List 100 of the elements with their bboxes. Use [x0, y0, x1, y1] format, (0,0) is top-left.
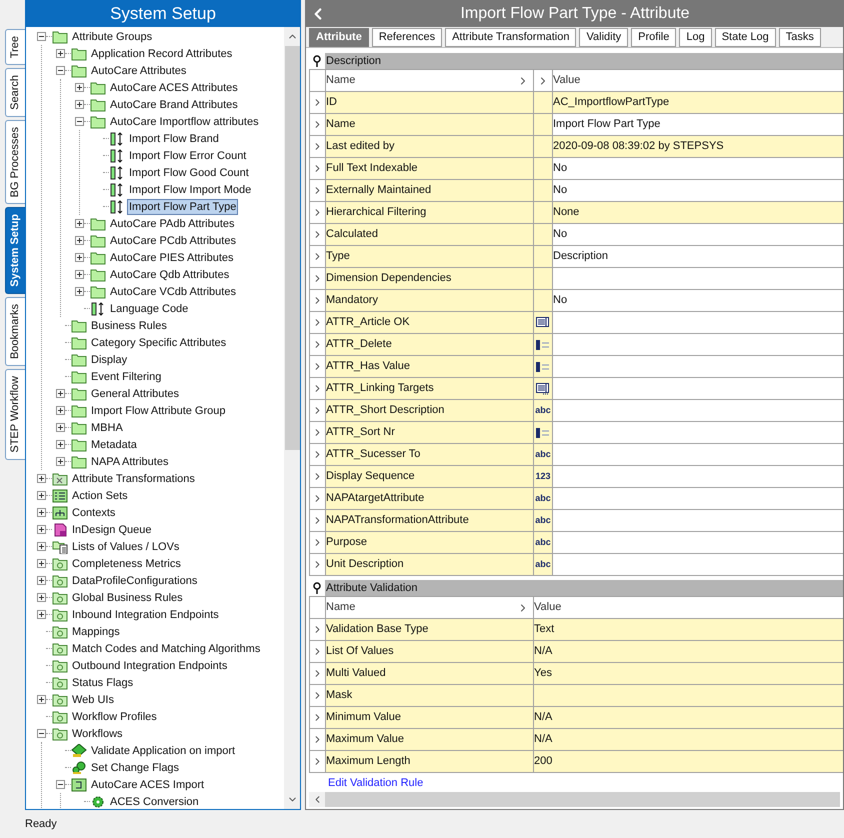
- tree-item[interactable]: Category Specific Attributes: [89, 334, 228, 350]
- plus-icon[interactable]: [39, 527, 44, 532]
- side-tab[interactable]: Search: [5, 68, 25, 118]
- plus-icon[interactable]: [77, 255, 82, 260]
- tree-item[interactable]: Set Change Flags: [89, 760, 182, 776]
- expand-toggle[interactable]: [75, 253, 84, 262]
- expand-toggle[interactable]: [56, 440, 65, 449]
- tree-item[interactable]: AutoCare ACES Attributes: [108, 80, 240, 96]
- tree-item[interactable]: Import Flow Good Count: [127, 164, 251, 180]
- expand-toggle[interactable]: [75, 100, 84, 109]
- tab[interactable]: Tasks: [778, 28, 821, 47]
- plus-icon[interactable]: [39, 476, 44, 481]
- tree-item[interactable]: Inbound Integration Endpoints: [70, 606, 221, 622]
- plus-icon[interactable]: [39, 697, 44, 702]
- expand-toggle[interactable]: [56, 457, 65, 466]
- column-header[interactable]: Value: [534, 599, 843, 616]
- tree-item[interactable]: AutoCare VCdb Attributes: [108, 284, 238, 300]
- expand-toggle[interactable]: [37, 542, 46, 551]
- tree-item[interactable]: AutoCare Brand Attributes: [108, 96, 240, 112]
- plus-icon[interactable]: [77, 289, 82, 294]
- side-tab[interactable]: System Setup: [5, 207, 25, 294]
- collapse-toggle[interactable]: [56, 66, 65, 75]
- tree-item[interactable]: AutoCare Attributes: [89, 62, 188, 78]
- tree-item[interactable]: AutoCare Importflow attributes: [108, 114, 261, 130]
- tree-item[interactable]: Display: [89, 352, 130, 368]
- plus-icon[interactable]: [39, 510, 44, 515]
- tree-item[interactable]: Status Flags: [70, 674, 136, 690]
- tab[interactable]: Validity: [579, 28, 628, 47]
- minus-icon[interactable]: [39, 731, 44, 736]
- tree-item[interactable]: AutoCare PCdb Attributes: [108, 232, 238, 248]
- plus-icon[interactable]: [58, 425, 63, 430]
- tab[interactable]: Attribute Transformation: [445, 28, 576, 47]
- tree-item[interactable]: Web UIs: [70, 692, 116, 708]
- expand-toggle[interactable]: [37, 576, 46, 585]
- column-header[interactable]: Value: [553, 72, 843, 89]
- tree-item[interactable]: Action Sets: [70, 488, 130, 504]
- tree-item[interactable]: InDesign Queue: [70, 522, 154, 538]
- tab[interactable]: References: [372, 28, 442, 47]
- expand-toggle[interactable]: [75, 219, 84, 228]
- expand-toggle[interactable]: [37, 525, 46, 534]
- side-tab[interactable]: Tree: [5, 29, 25, 66]
- plus-icon[interactable]: [39, 595, 44, 600]
- plus-icon[interactable]: [77, 272, 82, 277]
- pin-icon[interactable]: [312, 582, 322, 594]
- tree-item[interactable]: Language Code: [108, 300, 190, 316]
- vertical-scrollbar[interactable]: [284, 27, 300, 809]
- tree-item[interactable]: Workflows: [70, 726, 125, 742]
- plus-icon[interactable]: [39, 493, 44, 498]
- expand-toggle[interactable]: [75, 270, 84, 279]
- plus-icon[interactable]: [39, 612, 44, 617]
- plus-icon[interactable]: [39, 578, 44, 583]
- plus-icon[interactable]: [39, 561, 44, 566]
- tree-item[interactable]: General Attributes: [89, 386, 182, 402]
- tree-item[interactable]: Workflow Profiles: [70, 708, 159, 724]
- plus-icon[interactable]: [58, 442, 63, 447]
- tree-item[interactable]: NAPA Attributes: [89, 454, 170, 470]
- expand-toggle[interactable]: [37, 474, 46, 483]
- tree-item[interactable]: ACES Conversion: [108, 794, 201, 809]
- plus-icon[interactable]: [77, 102, 82, 107]
- tree-item[interactable]: DataProfileConfigurations: [70, 572, 200, 588]
- expand-toggle[interactable]: [56, 389, 65, 398]
- collapse-toggle[interactable]: [37, 729, 46, 738]
- tree-item[interactable]: Event Filtering: [89, 368, 164, 384]
- plus-icon[interactable]: [39, 544, 44, 549]
- collapse-toggle[interactable]: [75, 117, 84, 126]
- tree-item[interactable]: AutoCare ACES Import: [89, 776, 206, 792]
- pin-icon[interactable]: [312, 55, 322, 67]
- plus-icon[interactable]: [58, 51, 63, 56]
- tree-item[interactable]: Mappings: [70, 624, 122, 640]
- expand-toggle[interactable]: [75, 236, 84, 245]
- expand-toggle[interactable]: [56, 423, 65, 432]
- plus-icon[interactable]: [77, 221, 82, 226]
- tree-item[interactable]: Validate Application on import: [89, 742, 238, 758]
- tab[interactable]: Profile: [631, 28, 676, 47]
- tree-item[interactable]: Application Record Attributes: [89, 46, 234, 62]
- tree-item[interactable]: AutoCare Qdb Attributes: [108, 266, 232, 282]
- tree-item[interactable]: AutoCare PIES Attributes: [108, 250, 236, 266]
- plus-icon[interactable]: [58, 408, 63, 413]
- tree-item[interactable]: Import Flow Error Count: [127, 148, 248, 164]
- tree-item[interactable]: Metadata: [89, 436, 139, 452]
- tree-item[interactable]: Import Flow Attribute Group: [89, 402, 228, 418]
- expand-toggle[interactable]: [75, 287, 84, 296]
- tree-item[interactable]: Outbound Integration Endpoints: [70, 658, 230, 674]
- expand-toggle[interactable]: [37, 610, 46, 619]
- expand-toggle[interactable]: [56, 49, 65, 58]
- side-tab[interactable]: Bookmarks: [5, 297, 25, 366]
- plus-icon[interactable]: [77, 238, 82, 243]
- expand-toggle[interactable]: [37, 593, 46, 602]
- side-tab[interactable]: STEP Workflow: [5, 369, 25, 460]
- tree-item[interactable]: MBHA: [89, 420, 125, 436]
- expand-toggle[interactable]: [37, 508, 46, 517]
- tree-item[interactable]: Completeness Metrics: [70, 556, 183, 572]
- tree-item[interactable]: Attribute Groups: [70, 28, 154, 44]
- expand-toggle[interactable]: [37, 491, 46, 500]
- column-header[interactable]: Name: [326, 599, 517, 616]
- tree-item[interactable]: Import Flow Part Type: [127, 198, 238, 214]
- tab[interactable]: Attribute: [309, 28, 369, 47]
- tree-item[interactable]: Lists of Values / LOVs: [70, 538, 182, 554]
- tree-item[interactable]: Import Flow Brand: [127, 130, 221, 146]
- expand-toggle[interactable]: [56, 406, 65, 415]
